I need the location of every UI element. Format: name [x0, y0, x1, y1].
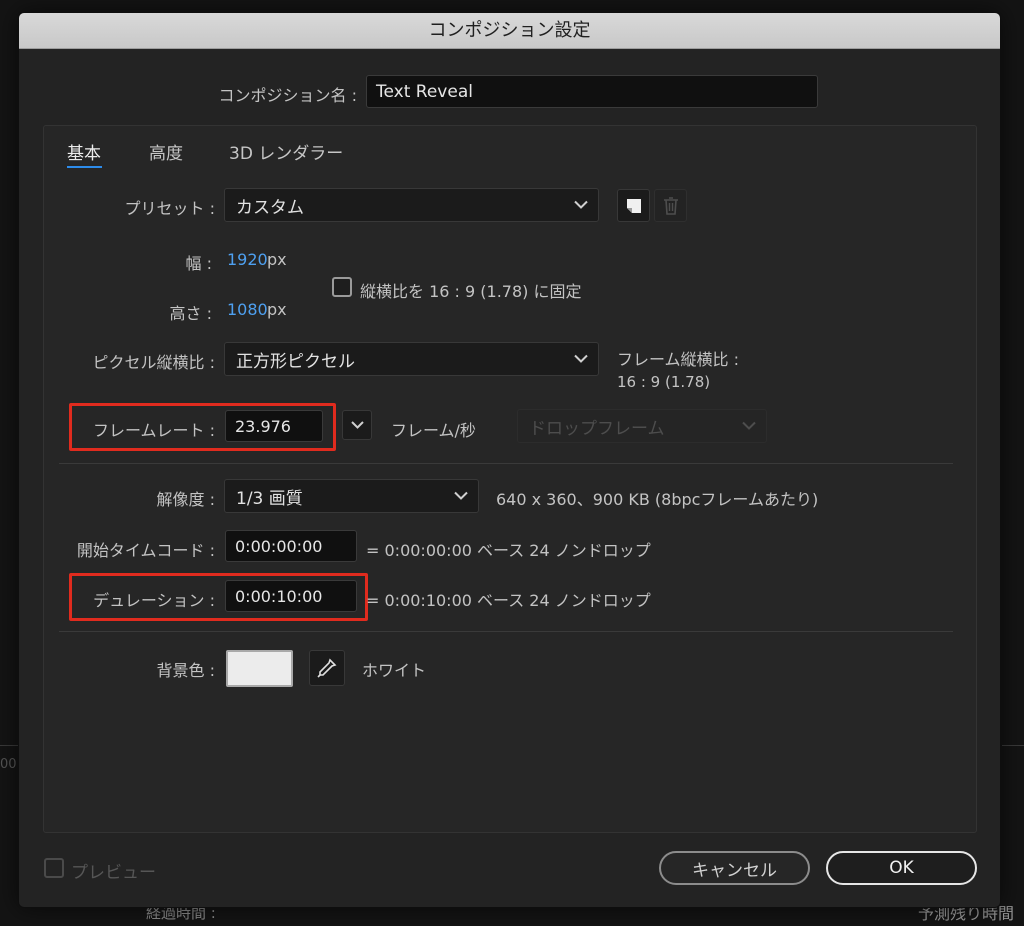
preset-value: カスタム — [236, 197, 304, 218]
start-timecode-label: 開始タイムコード : — [76, 541, 215, 560]
pixel-aspect-label: ピクセル縦横比 : — [92, 353, 215, 372]
duration-input[interactable]: 0:00:10:00 — [225, 580, 357, 612]
eyedropper-icon — [317, 658, 337, 678]
ok-button[interactable]: OK — [826, 851, 977, 885]
width-value[interactable]: 1920 — [227, 250, 268, 269]
resolution-info: 640 x 360、900 KB (8bpcフレームあたり) — [496, 490, 819, 509]
preset-select[interactable]: カスタム — [224, 188, 599, 222]
pixel-aspect-value: 正方形ピクセル — [236, 351, 355, 372]
background-fragment: 00 — [0, 757, 17, 772]
cancel-button[interactable]: キャンセル — [659, 851, 810, 885]
start-timecode-info: = 0:00:00:00 ベース 24 ノンドロップ — [366, 541, 651, 560]
chevron-down-icon — [350, 421, 364, 429]
drop-frame-select[interactable]: ドロップフレーム — [517, 409, 767, 443]
chevron-down-icon — [454, 491, 468, 500]
save-preset-button[interactable] — [617, 189, 650, 222]
preset-label: プリセット : — [124, 199, 215, 218]
tab-3d-renderer[interactable]: 3D レンダラー — [229, 139, 343, 164]
settings-panel — [43, 125, 977, 833]
width-unit: px — [267, 250, 287, 269]
frame-rate-unit: フレーム/秒 — [391, 421, 476, 440]
bg-color-label: 背景色 : — [156, 661, 215, 680]
frame-rate-input[interactable]: 23.976 — [225, 410, 323, 442]
active-tab-indicator — [67, 166, 102, 168]
bg-color-swatch[interactable] — [226, 650, 293, 687]
comp-name-input[interactable]: Text Reveal — [366, 75, 818, 108]
bg-color-name: ホワイト — [362, 661, 427, 680]
comp-name-label: コンポジション名 : — [218, 86, 357, 105]
frame-rate-label: フレームレート : — [93, 421, 215, 440]
frame-aspect-value: 16 : 9 (1.78) — [617, 373, 711, 391]
preview-checkbox[interactable] — [44, 858, 64, 878]
frame-aspect-label: フレーム縦横比 : — [617, 350, 739, 369]
chevron-down-icon — [574, 354, 588, 363]
pixel-aspect-select[interactable]: 正方形ピクセル — [224, 342, 599, 376]
width-label: 幅 : — [185, 254, 212, 273]
lock-aspect-label: 縦横比を 16 : 9 (1.78) に固定 — [360, 282, 582, 301]
background-divider-right — [1002, 745, 1024, 746]
duration-label: デュレーション : — [93, 591, 215, 610]
height-unit: px — [267, 300, 287, 319]
start-timecode-input[interactable]: 0:00:00:00 — [225, 530, 357, 562]
drop-frame-value: ドロップフレーム — [529, 418, 665, 439]
section-divider — [59, 631, 953, 632]
eyedropper-button[interactable] — [309, 650, 345, 686]
lock-aspect-checkbox[interactable] — [332, 277, 352, 297]
resolution-label: 解像度 : — [156, 490, 215, 509]
resolution-value: 1/3 画質 — [236, 488, 303, 509]
section-divider — [59, 463, 953, 464]
height-value[interactable]: 1080 — [227, 300, 268, 319]
save-preset-icon — [626, 198, 641, 213]
resolution-select[interactable]: 1/3 画質 — [224, 479, 479, 513]
delete-preset-button[interactable] — [654, 189, 687, 222]
trash-icon — [663, 196, 678, 215]
chevron-down-icon — [742, 421, 756, 430]
tab-advanced[interactable]: 高度 — [149, 139, 183, 164]
chevron-down-icon — [574, 200, 588, 209]
dialog-title: コンポジション設定 — [19, 13, 1000, 49]
tab-basic[interactable]: 基本 — [67, 139, 101, 164]
frame-rate-presets-button[interactable] — [342, 410, 372, 440]
height-label: 高さ : — [169, 304, 212, 323]
duration-info: = 0:00:10:00 ベース 24 ノンドロップ — [366, 591, 651, 610]
composition-settings-dialog: コンポジション設定 コンポジション名 : Text Reveal 基本 高度 3… — [18, 12, 1001, 908]
background-divider-left — [0, 745, 18, 746]
preview-label: プレビュー — [71, 863, 156, 883]
